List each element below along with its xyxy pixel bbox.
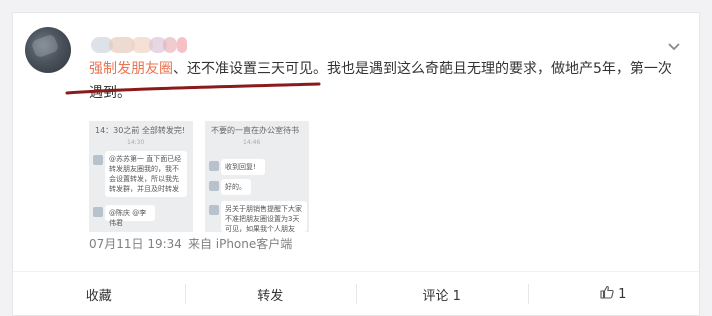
repost-label: 转发 xyxy=(257,288,284,304)
image-2-bubble-1: 收到回复! xyxy=(221,159,265,175)
image-1-bubble-1: @苏苏第一 直下面已经转发朋友圈我的，我不会设置转发，所以我先转发群，并且及时转… xyxy=(105,151,187,197)
image-thumbnail-2[interactable]: 不要的一直在办公室待书 14:46 收到回复! 好的。 另关于朋销售提醒下大家不… xyxy=(205,121,309,232)
image-2-bubble-3: 另关于朋销售提醒下大家不准把朋友圈设置为3天可见，如果我个人朋友圈，请你们调工 xyxy=(221,201,307,232)
thumbs-up-icon xyxy=(600,285,614,303)
action-bar: 收藏 转发 评论 1 1 xyxy=(13,272,699,316)
post-timestamp[interactable]: 07月11日 19:34 xyxy=(89,237,182,251)
repost-button[interactable]: 转发 xyxy=(184,272,357,316)
chat-avatar xyxy=(209,161,219,171)
image-2-header: 不要的一直在办公室待书 xyxy=(211,126,299,135)
image-2-bubble-2: 好的。 xyxy=(221,179,251,195)
chevron-down-icon[interactable] xyxy=(667,39,681,53)
post-source: 来自 iPhone客户端 xyxy=(187,237,293,251)
chat-avatar xyxy=(209,181,219,191)
comment-button[interactable]: 评论 1 xyxy=(356,272,528,316)
chat-avatar xyxy=(93,155,103,165)
image-1-bubble-2: @陈庆 @李伟君 xyxy=(105,205,155,227)
weibo-post-card: 强制发朋友圈、还不准设置三天可见。我也是遇到这么奇葩且无理的要求，做地产5年，第… xyxy=(12,12,700,316)
image-1-time: 14:30 xyxy=(127,139,145,146)
image-thumbnail-1[interactable]: 14：30之前 全部转发完! 14:30 @苏苏第一 直下面已经转发朋友圈我的，… xyxy=(89,121,193,232)
like-count: 1 xyxy=(618,286,627,302)
like-button[interactable]: 1 xyxy=(527,272,700,316)
highlighted-text: 强制发朋友圈 xyxy=(89,61,173,77)
post-meta: 07月11日 19:34 来自 iPhone客户端 xyxy=(89,235,292,252)
avatar[interactable] xyxy=(25,27,71,73)
chat-avatar xyxy=(93,207,103,217)
blurred-username[interactable] xyxy=(91,37,203,53)
image-1-header: 14：30之前 全部转发完! xyxy=(95,126,186,135)
collect-button[interactable]: 收藏 xyxy=(13,272,185,316)
chat-avatar xyxy=(209,205,219,215)
collect-label: 收藏 xyxy=(85,288,112,304)
image-2-time: 14:46 xyxy=(243,139,261,146)
red-underline-annotation xyxy=(65,82,321,95)
comment-label: 评论 1 xyxy=(422,288,461,304)
